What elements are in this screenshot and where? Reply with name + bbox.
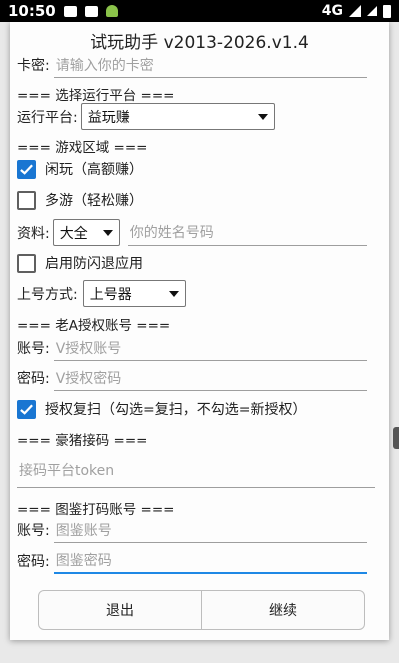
continue-button[interactable]: 继续 <box>201 591 364 629</box>
tujian-section-header: === 图鉴打码账号 === <box>17 502 175 518</box>
game-section-header: === 游戏区域 === <box>17 140 148 156</box>
tujian-account-input[interactable]: 图鉴账号 <box>53 517 367 543</box>
token-input[interactable]: 接码平台token <box>17 453 375 488</box>
info-dropdown[interactable]: 大全 <box>52 219 120 246</box>
laoa-account-input[interactable]: V授权账号 <box>53 335 367 361</box>
game-option-duoyou-label: 多游（轻松赚） <box>45 193 143 209</box>
platform-row: 运行平台: 益玩赚 <box>17 103 275 130</box>
rescan-label: 授权复扫（勾选=复扫，不勾选=新授权） <box>45 402 307 418</box>
login-method-dropdown[interactable]: 上号器 <box>82 280 186 307</box>
network-type: 4G <box>321 3 343 19</box>
card-key-row: 卡密: 请输入你的卡密 <box>17 52 367 78</box>
login-method-row: 上号方式: 上号器 <box>17 280 186 307</box>
game-option-xianwan[interactable]: 闲玩（高额赚） <box>17 159 143 179</box>
game-option-xianwan-label: 闲玩（高额赚） <box>45 162 143 178</box>
checkbox-checked-icon[interactable] <box>17 399 36 419</box>
info-row: 资料: 大全 你的姓名号码 <box>17 219 367 246</box>
laoa-account-row: 账号: V授权账号 <box>17 335 367 361</box>
chevron-down-icon <box>168 290 179 297</box>
login-method-value: 上号器 <box>89 286 132 303</box>
exit-button[interactable]: 退出 <box>39 591 201 629</box>
dialog-button-bar: 退出 继续 <box>38 590 365 630</box>
wifi-icon <box>367 6 377 16</box>
side-handle[interactable] <box>393 427 399 449</box>
tujian-password-row: 密码: 图鉴密码 <box>17 548 367 574</box>
anti-crash-label: 启用防闪退应用 <box>45 256 143 272</box>
token-row: 接码平台token <box>17 453 375 488</box>
card-key-input[interactable]: 请输入你的卡密 <box>53 52 367 78</box>
login-method-label: 上号方式: <box>17 286 78 303</box>
android-icon <box>105 5 118 17</box>
rescan-option[interactable]: 授权复扫（勾选=复扫，不勾选=新授权） <box>17 399 306 419</box>
checkbox-icon[interactable] <box>17 190 36 210</box>
tujian-account-label: 账号: <box>17 523 50 539</box>
laoa-section-header: === 老A授权账号 === <box>17 318 171 334</box>
platform-section-header: === 选择运行平台 === <box>17 88 175 104</box>
info-dropdown-value: 大全 <box>59 225 88 242</box>
battery-icon <box>383 4 391 18</box>
laoa-password-input[interactable]: V授权密码 <box>53 365 367 391</box>
chevron-down-icon <box>257 113 268 120</box>
checkbox-icon[interactable] <box>17 253 36 273</box>
laoa-password-label: 密码: <box>17 371 50 387</box>
status-bar: 10:50 4G <box>0 0 399 22</box>
platform-value: 益玩赚 <box>87 109 130 126</box>
notification-icon <box>63 5 77 17</box>
tujian-account-row: 账号: 图鉴账号 <box>17 517 367 543</box>
tujian-password-input[interactable]: 图鉴密码 <box>53 548 367 574</box>
game-option-duoyou[interactable]: 多游（轻松赚） <box>17 190 143 210</box>
chevron-down-icon <box>102 229 113 236</box>
laoa-password-row: 密码: V授权密码 <box>17 365 367 391</box>
status-time: 10:50 <box>8 2 56 20</box>
info-label: 资料: <box>17 225 50 242</box>
checkbox-checked-icon[interactable] <box>17 159 36 179</box>
settings-dialog: 试玩助手 v2013-2026.v1.4 卡密: 请输入你的卡密 === 选择运… <box>10 22 389 640</box>
signal-icon <box>349 5 361 17</box>
haozhu-section-header: === 豪猪接码 === <box>17 433 148 449</box>
laoa-account-label: 账号: <box>17 341 50 357</box>
tujian-password-label: 密码: <box>17 554 50 570</box>
info-name-input[interactable]: 你的姓名号码 <box>127 220 367 246</box>
platform-dropdown[interactable]: 益玩赚 <box>80 103 275 130</box>
platform-label: 运行平台: <box>17 109 78 126</box>
photo-icon <box>84 5 98 17</box>
dialog-title: 试玩助手 v2013-2026.v1.4 <box>90 33 309 53</box>
card-key-label: 卡密: <box>17 58 50 74</box>
anti-crash-option[interactable]: 启用防闪退应用 <box>17 253 143 273</box>
